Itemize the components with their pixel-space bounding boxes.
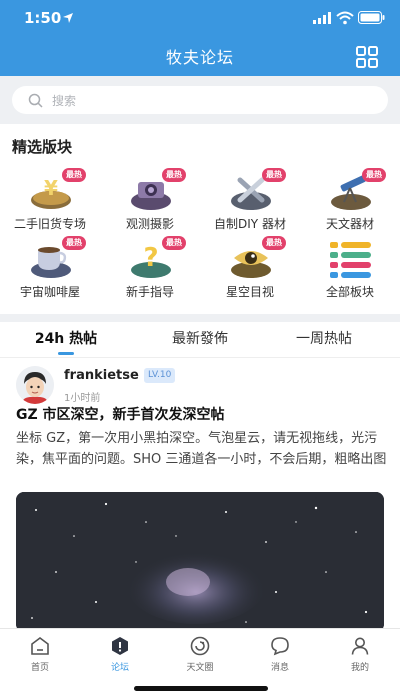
hot-badge: 最热	[62, 236, 86, 250]
nebula-photo	[16, 492, 384, 632]
top-bar: 1:50 牧夫论坛	[0, 0, 400, 76]
nav-astro-circle[interactable]: 天文圈	[160, 635, 240, 675]
hot-badge: 最热	[162, 236, 186, 250]
screen: 1:50 牧夫论坛 搜索 精选版块 ¥ 最热 二手旧货专场 最热 观测摄影 最热…	[0, 0, 400, 700]
post-image[interactable]	[16, 492, 384, 632]
svg-text:?: ?	[143, 243, 158, 273]
profile-icon	[351, 637, 369, 655]
svg-text:¥: ¥	[44, 176, 58, 200]
category-label: 观测摄影	[125, 217, 174, 231]
hot-badge: 最热	[62, 168, 86, 182]
search-placeholder: 搜索	[52, 94, 77, 108]
astro-circle-icon	[190, 636, 210, 656]
level-badge: LV.10	[144, 368, 176, 383]
nav-home[interactable]: 首页	[0, 635, 80, 675]
post-title[interactable]: GZ 市区深空，新手首次发深空帖	[16, 405, 386, 425]
nav-label: 我的	[350, 663, 369, 673]
section-divider	[0, 314, 400, 322]
search-area: 搜索	[0, 76, 400, 124]
hot-badge: 最热	[262, 168, 286, 182]
category-label: 宇宙咖啡屋	[19, 285, 80, 299]
wifi-icon	[336, 11, 354, 25]
post-body[interactable]: 坐标 GZ，第一次用小黑拍深空。气泡星云，请无视拖线，光污染，焦平面的问题。SH…	[16, 428, 388, 470]
category-label: 全部板块	[325, 285, 374, 299]
all-sections-icon	[330, 242, 371, 278]
tab-weekly-hot[interactable]: 一周热帖	[276, 328, 372, 350]
category-label: 自制DIY 器材	[214, 217, 286, 231]
avatar[interactable]	[16, 366, 54, 404]
grid-menu-icon[interactable]	[356, 46, 378, 68]
nav-messages[interactable]: 消息	[240, 635, 320, 675]
category-label: 二手旧货专场	[13, 217, 86, 231]
battery-icon	[358, 11, 385, 24]
home-icon	[31, 637, 49, 655]
category-label: 新手指导	[125, 285, 174, 299]
user-avatar-icon	[16, 366, 54, 404]
home-indicator	[134, 686, 268, 691]
page-title: 牧夫论坛	[165, 48, 234, 67]
active-tab-indicator	[58, 352, 74, 355]
status-bar: 1:50	[0, 0, 400, 36]
search-icon	[28, 93, 43, 108]
tab-latest[interactable]: 最新發佈	[152, 328, 248, 350]
category-all[interactable]: 全部板块	[300, 236, 400, 316]
hot-badge: 最热	[362, 168, 386, 182]
nav-forum[interactable]: 论坛	[80, 635, 160, 675]
nav-label: 首页	[30, 663, 49, 673]
category-newbie[interactable]: ? 最热 新手指导	[100, 236, 200, 316]
nav-profile[interactable]: 我的	[320, 635, 400, 675]
location-arrow-icon	[63, 13, 73, 23]
search-input[interactable]: 搜索	[12, 86, 388, 114]
hot-badge: 最热	[262, 236, 286, 250]
category-visual[interactable]: 最热 星空目视	[200, 236, 300, 316]
nav-label: 论坛	[110, 663, 129, 673]
category-label: 星空目视	[225, 285, 274, 299]
cellular-signal-icon	[313, 12, 331, 24]
nav-label: 消息	[270, 663, 289, 673]
hot-badge: 最热	[162, 168, 186, 182]
post-time: 1小时前	[64, 393, 101, 404]
post-username[interactable]: frankietse	[64, 368, 139, 383]
nav-label: 天文圈	[186, 663, 214, 673]
message-icon	[271, 637, 289, 656]
category-label: 天文器材	[325, 217, 374, 231]
tabs-divider	[0, 357, 400, 358]
section-title: 精选版块	[12, 138, 73, 156]
tab-24h-hot[interactable]: 24h 热帖	[20, 328, 112, 350]
forum-icon	[112, 637, 128, 655]
status-time: 1:50	[24, 9, 62, 27]
category-coffee[interactable]: 最热 宇宙咖啡屋	[0, 236, 100, 316]
